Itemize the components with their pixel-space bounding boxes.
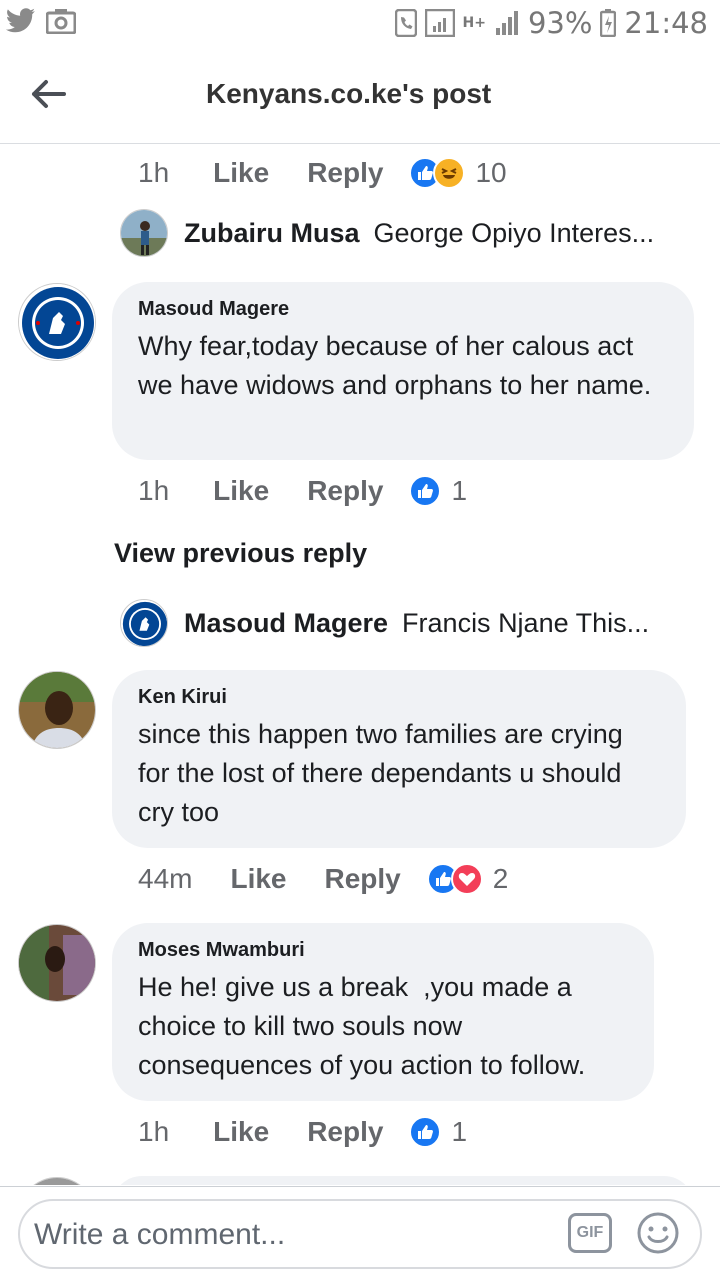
avatar[interactable] <box>18 283 96 361</box>
gif-button[interactable]: GIF <box>568 1213 612 1253</box>
comment-input[interactable] <box>34 1213 534 1257</box>
post-header: Kenyans.co.ke's post <box>0 50 720 144</box>
reactions-summary[interactable]: 1 <box>409 1116 467 1148</box>
reply-button[interactable]: Reply <box>307 1116 383 1148</box>
comment-bubble[interactable]: Moses Mwamburi He he! give us a break ,y… <box>112 923 654 1101</box>
sim-signal-icon <box>424 9 455 37</box>
comment-bubble[interactable]: Masoud Magere Why fear,today because of … <box>112 282 694 460</box>
avatar[interactable] <box>18 924 96 1002</box>
reaction-count: 2 <box>492 863 509 894</box>
comment-author[interactable]: Masoud Magere <box>138 298 668 321</box>
camera-icon <box>46 9 76 34</box>
battery-percent: 93% <box>527 6 593 40</box>
comment-author[interactable]: Moses Mwamburi <box>138 939 628 962</box>
reactions-summary[interactable]: 1 <box>409 475 467 507</box>
comment-bubble[interactable]: Ken Kirui since this happen two families… <box>112 670 686 848</box>
chelsea-logo-icon <box>19 284 95 360</box>
avatar[interactable] <box>18 671 96 749</box>
like-button[interactable]: Like <box>213 157 269 189</box>
like-icon <box>409 475 442 507</box>
reaction-count: 1 <box>451 1116 468 1147</box>
comment-meta: 1h Like Reply 10 <box>138 157 507 189</box>
reply-preview[interactable]: Masoud Magere Francis Njane This... <box>120 599 649 647</box>
reaction-count: 1 <box>451 475 468 506</box>
emoji-icon[interactable] <box>636 1211 680 1255</box>
comment-time: 1h <box>138 475 170 506</box>
back-arrow-icon[interactable] <box>30 76 66 112</box>
comment-text: He he! give us a break ,you made a choic… <box>138 972 586 1080</box>
comment-text: since this happen two families are cryin… <box>138 719 623 827</box>
reactions-summary[interactable]: 2 <box>426 863 509 895</box>
reply-button[interactable]: Reply <box>325 863 401 895</box>
avatar[interactable] <box>120 209 168 257</box>
cell-signal-icon <box>495 11 518 35</box>
comment-box[interactable]: GIF <box>18 1199 702 1269</box>
comment-time: 1h <box>138 1116 170 1147</box>
comment-meta: 44m Like Reply 2 <box>138 863 508 895</box>
chelsea-logo-icon <box>121 600 167 646</box>
clock: 21:48 <box>624 6 708 40</box>
reply-preview[interactable]: Zubairu Musa George Opiyo Interes... <box>120 209 654 257</box>
comments-list[interactable]: 1h Like Reply 10 Zubairu Musa George Opi… <box>0 145 720 1185</box>
phone-icon <box>394 9 417 37</box>
reaction-count: 10 <box>475 157 507 188</box>
network-type: H+ <box>462 15 486 31</box>
reply-author[interactable]: Zubairu Musa <box>184 218 360 249</box>
reply-text: Francis Njane This... <box>402 607 650 638</box>
status-left-icons <box>6 8 76 34</box>
love-icon <box>450 863 483 895</box>
reply-button[interactable]: Reply <box>307 157 383 189</box>
avatar[interactable] <box>18 1177 96 1185</box>
avatar[interactable] <box>120 599 168 647</box>
page-title: Kenyans.co.ke's post <box>206 78 492 109</box>
comment-author[interactable]: Ken Kirui <box>138 686 660 709</box>
comment-text: Why fear,today because of her calous act… <box>138 331 652 400</box>
comment-bubble[interactable] <box>112 1176 694 1185</box>
comment-time: 44m <box>138 863 193 894</box>
haha-icon <box>433 157 466 189</box>
like-button[interactable]: Like <box>213 475 269 507</box>
reply-author[interactable]: Masoud Magere <box>184 608 388 639</box>
view-previous-reply-link[interactable]: View previous reply <box>114 538 367 569</box>
like-icon <box>409 1116 442 1148</box>
reply-text: George Opiyo Interes... <box>373 217 655 248</box>
reply-button[interactable]: Reply <box>307 475 383 507</box>
reactions-summary[interactable]: 10 <box>409 157 507 189</box>
comment-composer: GIF <box>0 1186 720 1280</box>
like-button[interactable]: Like <box>213 1116 269 1148</box>
twitter-icon <box>6 8 35 33</box>
comment-time: 1h <box>138 157 170 188</box>
battery-icon <box>600 9 617 37</box>
status-right-icons: H+ 93% 21:48 <box>394 6 708 40</box>
like-button[interactable]: Like <box>230 863 286 895</box>
comment-meta: 1h Like Reply 1 <box>138 1116 467 1148</box>
comment-meta: 1h Like Reply 1 <box>138 475 467 507</box>
status-bar: H+ 93% 21:48 <box>0 0 720 50</box>
